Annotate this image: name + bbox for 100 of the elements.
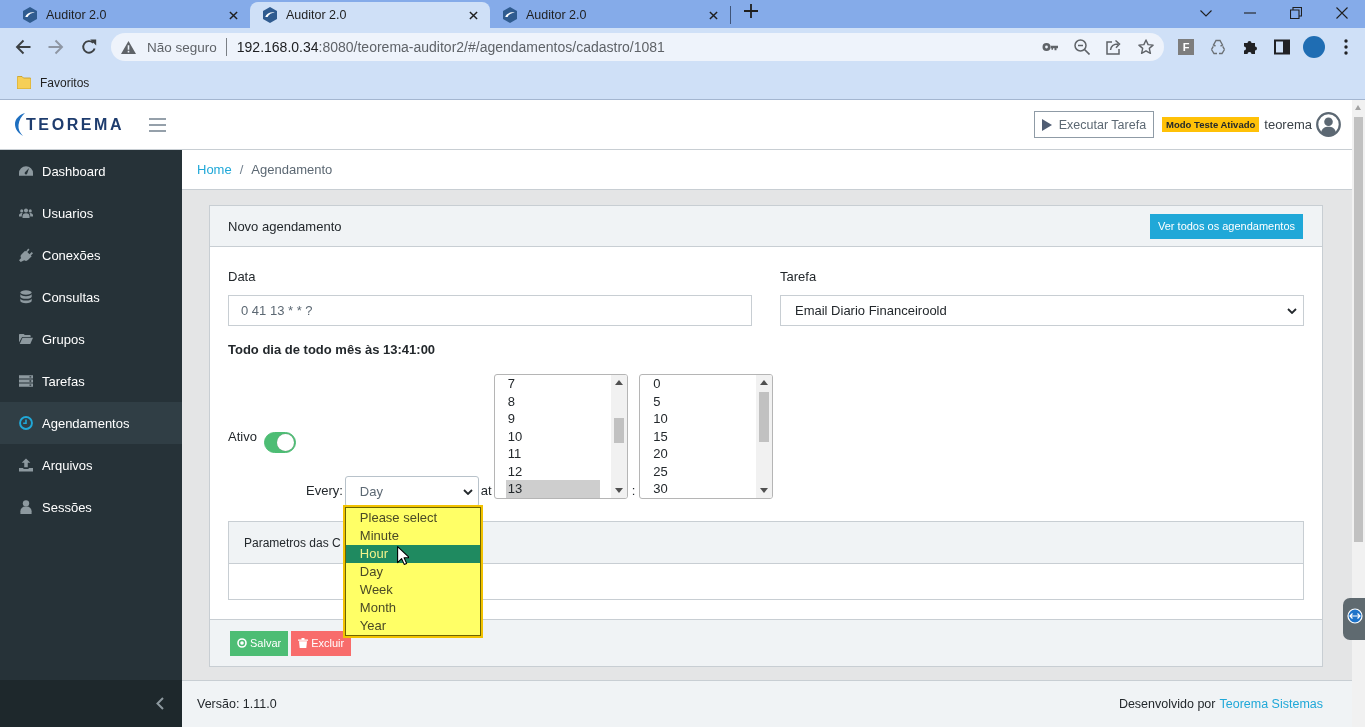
credit-text: Desenvolvido por <box>1118 697 1216 711</box>
browser-tab[interactable]: Auditor 2.0 <box>10 2 250 28</box>
page-scrollbar[interactable] <box>1352 100 1365 727</box>
sidebar-item[interactable]: Dashboard <box>0 150 182 192</box>
security-label[interactable]: Não seguro <box>147 39 217 55</box>
list-option[interactable]: 0 <box>651 375 746 393</box>
close-icon[interactable] <box>709 10 718 20</box>
user-name[interactable]: teorema <box>1264 117 1312 132</box>
sidebar-item[interactable]: Tarefas <box>0 360 182 402</box>
time-separator: : <box>631 483 636 499</box>
list-option[interactable]: 12 <box>505 462 600 480</box>
list-option[interactable]: 8 <box>505 392 600 410</box>
plug-icon <box>19 248 33 262</box>
task-select[interactable]: Email Diario Financeiroold <box>780 295 1304 326</box>
back-arrow-icon[interactable] <box>15 39 31 55</box>
cursor-icon <box>396 546 409 565</box>
every-select[interactable]: Day <box>344 476 479 507</box>
play-icon <box>1041 118 1052 131</box>
list-icon <box>19 374 33 388</box>
list-option[interactable]: 9 <box>505 410 600 428</box>
list-option[interactable]: 20 <box>651 445 746 463</box>
dropdown-option[interactable]: Week <box>345 581 480 599</box>
bookmark-item[interactable]: Favoritos <box>40 75 90 90</box>
panel-title: Parametros das C <box>244 535 341 550</box>
run-task-button[interactable]: Executar Tarefa <box>1033 111 1155 138</box>
menu-icon[interactable] <box>149 117 167 132</box>
breadcrumb-separator: / <box>239 162 244 177</box>
minute-listbox[interactable]: 0 5 10 15 20 25 30 <box>639 374 774 499</box>
target-icon <box>237 638 247 648</box>
url-text[interactable]: 192.168.0.34:8080/teorema-auditor2/#/agendamentos/cadastro/1081 <box>236 39 665 55</box>
close-icon[interactable] <box>469 10 478 20</box>
mode-badge: Modo Teste Ativado <box>1162 117 1260 132</box>
card-title: Novo agendamento <box>228 218 342 234</box>
logo-swoosh-icon <box>15 113 25 136</box>
recycle-icon[interactable] <box>1210 39 1226 55</box>
warning-icon[interactable] <box>121 40 136 54</box>
scrollbar[interactable] <box>756 375 773 498</box>
side-panel-icon[interactable] <box>1274 39 1290 55</box>
hexagon-logo-icon <box>502 7 518 23</box>
logo-text: TEOREMA <box>26 116 125 133</box>
trash-icon <box>298 638 309 648</box>
list-option[interactable]: 5 <box>651 392 746 410</box>
list-option[interactable]: 7 <box>505 375 600 393</box>
toggle-switch[interactable] <box>263 432 296 453</box>
clock-icon <box>19 416 33 430</box>
list-option[interactable]: 13 <box>505 480 600 498</box>
close-icon[interactable] <box>229 10 238 20</box>
hour-listbox[interactable]: 7 8 9 10 11 12 13 <box>493 374 628 499</box>
browser-tab[interactable]: Auditor 2.0 <box>250 2 490 28</box>
every-label: Every: <box>306 483 343 499</box>
side-handle-icon[interactable] <box>1343 598 1365 640</box>
hexagon-logo-icon <box>22 7 38 23</box>
share-icon[interactable] <box>1106 39 1122 55</box>
restore-icon[interactable] <box>1290 7 1302 19</box>
dropdown-option[interactable]: Hour <box>345 545 480 563</box>
gauge-icon <box>19 164 33 178</box>
list-option[interactable]: 11 <box>505 445 600 463</box>
sidebar-item[interactable]: Conexões <box>0 234 182 276</box>
folder-icon <box>19 332 33 346</box>
list-option[interactable]: 10 <box>651 410 746 428</box>
zoom-out-icon[interactable] <box>1074 39 1090 55</box>
version-text: Versão: 1.11.0 <box>197 697 277 711</box>
dropdown-option[interactable]: Month <box>345 599 480 617</box>
list-option[interactable]: 30 <box>651 480 746 498</box>
chevron-down-icon[interactable] <box>1200 9 1212 17</box>
close-icon[interactable] <box>1336 7 1348 19</box>
sidebar-item[interactable]: Consultas <box>0 276 182 318</box>
database-icon <box>19 290 33 304</box>
dropdown-option[interactable]: Day <box>345 563 480 581</box>
reload-icon[interactable] <box>81 39 97 55</box>
upload-icon <box>19 458 33 472</box>
dropdown-option[interactable]: Minute <box>345 527 480 545</box>
field-label: Tarefa <box>780 268 818 286</box>
puzzle-icon[interactable] <box>1242 39 1258 55</box>
users-icon <box>19 206 33 220</box>
active-label: Ativo <box>228 429 257 444</box>
chevron-down-icon <box>462 488 473 495</box>
chevron-down-icon <box>1287 307 1297 314</box>
address-bar[interactable]: Não seguro 192.168.0.34:8080/teorema-auditor2/#/agendamentos/cadastro/1081 <box>111 33 1164 61</box>
star-icon[interactable] <box>1138 39 1154 55</box>
field-label: Data <box>228 268 257 286</box>
user-avatar-icon[interactable] <box>1316 112 1341 137</box>
sidebar-item[interactable]: Grupos <box>0 318 182 360</box>
browser-tab[interactable]: Auditor 2.0 <box>490 2 730 28</box>
extension-button[interactable]: F <box>1178 39 1194 55</box>
list-option[interactable]: 10 <box>505 427 600 445</box>
sidebar-item[interactable]: Arquivos <box>0 444 182 486</box>
at-label: at <box>480 483 492 499</box>
dropdown-option[interactable]: Please select <box>345 509 480 527</box>
scrollbar[interactable] <box>610 375 627 498</box>
sidebar-item[interactable]: Sessões <box>0 486 182 528</box>
list-option[interactable]: 15 <box>651 427 746 445</box>
sidebar-item[interactable]: Agendamentos <box>0 402 182 444</box>
chevron-left-icon[interactable] <box>156 697 164 710</box>
plus-icon[interactable] <box>744 4 758 18</box>
profile-avatar[interactable] <box>1303 36 1325 58</box>
user-icon <box>19 500 33 514</box>
sidebar-item[interactable]: Usuarios <box>0 192 182 234</box>
list-option[interactable]: 25 <box>651 462 746 480</box>
cron-input[interactable]: 0 41 13 * * ? <box>228 295 752 326</box>
